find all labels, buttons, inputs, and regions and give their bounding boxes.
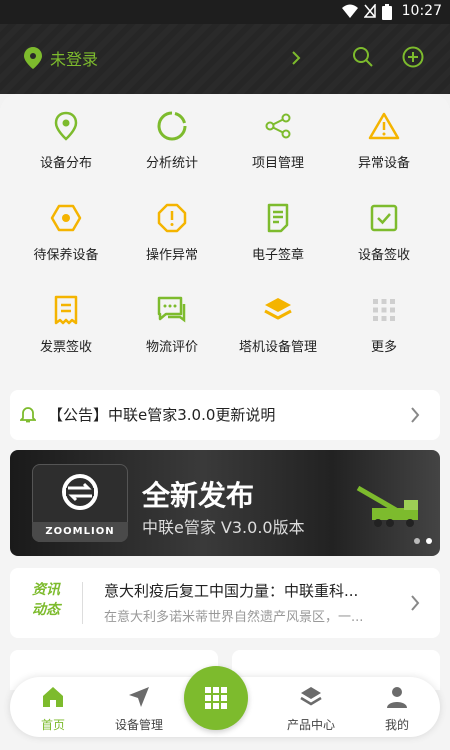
grid-item-label: 待保养设备 (33, 248, 99, 263)
announcement-bar[interactable]: 【公告】中联e管家3.0.0更新说明 (10, 390, 440, 440)
wifi-icon (342, 4, 358, 18)
grid-item-label: 项目管理 (251, 156, 304, 171)
user-icon (387, 687, 407, 708)
grid-item-e-signature[interactable]: 电子签章 (222, 192, 334, 272)
tab-product-center[interactable]: 产品中心 (276, 685, 346, 733)
grid-item-label: 设备分布 (39, 156, 92, 171)
tab-label: 产品中心 (286, 718, 335, 732)
logo-text: ZOOMLION (32, 522, 128, 542)
chevron-right-icon (411, 595, 420, 611)
carousel-dot[interactable] (414, 538, 420, 544)
login-entry[interactable]: 未登录 (24, 46, 98, 70)
chevron-right-icon[interactable] (290, 48, 302, 68)
pie-chart-icon (157, 111, 187, 141)
status-bar: 10:27 (0, 0, 450, 24)
home-icon (43, 687, 63, 707)
crane-truck-image (356, 485, 418, 527)
no-signal-icon (364, 4, 376, 18)
search-icon[interactable] (352, 46, 374, 68)
grid-item-project[interactable]: 项目管理 (222, 100, 334, 180)
news-tag: 资讯动态 (32, 582, 60, 618)
grid-item-more[interactable]: 更多 (328, 284, 440, 364)
navigation-icon (129, 687, 149, 707)
grid-item-label: 物流评价 (145, 340, 198, 355)
grid-item-analysis[interactable]: 分析统计 (116, 100, 228, 180)
alert-octagon-icon (157, 203, 187, 233)
news-title: 意大利疫后复工中国力量：中联重科... (104, 582, 359, 600)
hexagon-icon (50, 204, 82, 232)
checkbox-icon (370, 204, 398, 232)
status-time: 10:27 (401, 3, 442, 19)
layers-icon (264, 298, 292, 320)
tab-label: 首页 (40, 718, 65, 732)
header: 未登录 (0, 24, 450, 94)
carousel-dot-active[interactable] (426, 538, 432, 544)
grid-item-device-receipt[interactable]: 设备签收 (328, 192, 440, 272)
chat-bubbles-icon (157, 296, 186, 323)
receipt-icon (54, 295, 78, 325)
layers-icon (300, 687, 322, 706)
share-nodes-icon (265, 113, 291, 139)
grid-item-label: 分析统计 (145, 156, 198, 171)
apps-grid-icon (205, 687, 227, 709)
grid-item-maintenance[interactable]: 待保养设备 (10, 192, 122, 272)
tab-home[interactable]: 首页 (18, 685, 88, 733)
grid-item-label: 操作异常 (145, 248, 198, 263)
chevron-right-icon (411, 407, 420, 423)
warning-triangle-icon (368, 112, 400, 140)
battery-icon (382, 4, 392, 20)
location-pin-icon (24, 47, 42, 69)
announcement-text: 【公告】中联e管家3.0.0更新说明 (48, 406, 276, 424)
divider (82, 582, 83, 624)
main-panel: 设备分布 分析统计 项目管理 异常设备 待保养设备 操作异常 电子签章 设备签收… (0, 94, 450, 750)
sync-logo-icon (62, 474, 98, 510)
function-grid: 设备分布 分析统计 项目管理 异常设备 待保养设备 操作异常 电子签章 设备签收… (0, 94, 450, 364)
grid-item-label: 塔机设备管理 (238, 340, 317, 355)
carousel-indicator (414, 538, 432, 544)
grid-item-label: 发票签收 (39, 340, 92, 355)
grid-item-label: 设备签收 (357, 248, 410, 263)
grid-item-label: 更多 (370, 340, 397, 355)
tab-label: 设备管理 (114, 718, 163, 732)
banner-title: 全新发布 (142, 479, 255, 512)
tab-device-management[interactable]: 设备管理 (104, 685, 174, 733)
tab-mine[interactable]: 我的 (362, 685, 432, 733)
news-item[interactable]: 资讯动态 意大利疫后复工中国力量：中联重科... 在意大利多诺米蒂世界自然遗产风… (10, 568, 440, 638)
grid-item-operation-abnormal[interactable]: 操作异常 (116, 192, 228, 272)
document-icon (267, 203, 289, 233)
center-menu-button[interactable] (184, 666, 248, 730)
tab-label: 我的 (384, 718, 409, 732)
banner-subtitle: 中联e管家 V3.0.0版本 (142, 518, 305, 537)
news-description: 在意大利多诺米蒂世界自然遗产风景区，一... (104, 610, 364, 625)
grid-item-label: 电子签章 (251, 248, 304, 263)
grid-dots-icon (373, 299, 395, 321)
zoomlion-logo: ZOOMLION (32, 464, 128, 542)
promo-banner[interactable]: ZOOMLION 全新发布 中联e管家 V3.0.0版本 (10, 450, 440, 556)
grid-item-abnormal-device[interactable]: 异常设备 (328, 100, 440, 180)
bell-icon (20, 407, 36, 423)
login-status-label: 未登录 (50, 50, 99, 69)
status-icons (342, 4, 392, 20)
location-icon (54, 111, 78, 141)
grid-item-logistics-review[interactable]: 物流评价 (116, 284, 228, 364)
add-circle-icon[interactable] (402, 46, 424, 68)
grid-item-invoice-receipt[interactable]: 发票签收 (10, 284, 122, 364)
grid-item-tower-crane[interactable]: 塔机设备管理 (222, 284, 334, 364)
grid-item-label: 异常设备 (357, 156, 410, 171)
grid-item-device-distribution[interactable]: 设备分布 (10, 100, 122, 180)
